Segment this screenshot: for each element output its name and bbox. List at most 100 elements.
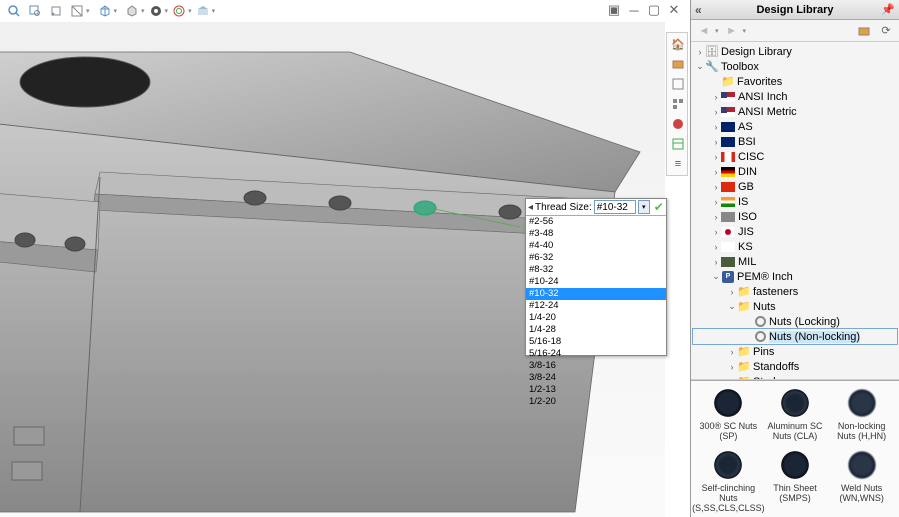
display-style-icon[interactable] xyxy=(122,2,142,20)
thumbnail-grid: 300® SC Nuts (SP) Aluminum SC Nuts (CLA) N… xyxy=(691,380,899,517)
forum-tab-icon[interactable]: ≡ xyxy=(669,155,687,173)
tree-is[interactable]: ›IS xyxy=(693,194,897,209)
thread-size-popup: ◂ Thread Size: ▾ ✔ #2-56#3-48#4-40#6-32#… xyxy=(525,198,667,356)
nut-thumbnail-icon xyxy=(779,387,811,419)
tree-ks[interactable]: ›KS xyxy=(693,239,897,254)
tree-mil[interactable]: ›MIL xyxy=(693,254,897,269)
dropdown-icon[interactable]: ▾ xyxy=(141,7,145,15)
library-tab-icon[interactable] xyxy=(669,55,687,73)
tree-ansi-metric[interactable]: ›ANSI Metric xyxy=(693,104,897,119)
view-orientation-icon[interactable] xyxy=(95,2,115,20)
thread-option[interactable]: 3/8-24 xyxy=(526,372,666,384)
previous-view-icon[interactable] xyxy=(46,2,66,20)
dropdown-icon[interactable]: ▾ xyxy=(212,7,216,15)
tree-bsi[interactable]: ›BSI xyxy=(693,134,897,149)
dropdown-icon[interactable]: ▾ xyxy=(86,7,90,15)
thread-option[interactable]: #12-24 xyxy=(526,300,666,312)
thread-option[interactable]: #3-48 xyxy=(526,228,666,240)
tree-cisc[interactable]: ›CISC xyxy=(693,149,897,164)
thread-option[interactable]: #10-32 xyxy=(526,288,666,300)
thumbnail-label: Weld Nuts (WN,WNS) xyxy=(833,483,891,503)
thumbnail-item[interactable]: 300® SC Nuts (SP) xyxy=(697,385,759,443)
tree-ansi-inch[interactable]: ›ANSI Inch xyxy=(693,89,897,104)
file-explorer-tab-icon[interactable] xyxy=(669,75,687,93)
thread-option[interactable]: #4-40 xyxy=(526,240,666,252)
nut-thumbnail-icon xyxy=(712,449,744,481)
thumbnail-label: Non-locking Nuts (H,HN) xyxy=(833,421,891,441)
thread-option[interactable]: 3/8-16 xyxy=(526,360,666,372)
thread-dropdown-icon[interactable]: ▾ xyxy=(638,200,650,214)
thread-popup-header: ◂ Thread Size: ▾ ✔ xyxy=(526,199,666,215)
thread-option[interactable]: 1/4-20 xyxy=(526,312,666,324)
thread-option[interactable]: #6-32 xyxy=(526,252,666,264)
tree-pins[interactable]: ›📁Pins xyxy=(693,344,897,359)
thread-option[interactable]: #10-24 xyxy=(526,276,666,288)
thumbnail-item[interactable]: Aluminum SC Nuts (CLA) xyxy=(764,385,826,443)
view-palette-tab-icon[interactable] xyxy=(669,95,687,113)
nut-thumbnail-icon xyxy=(846,449,878,481)
thread-option[interactable]: 1/2-20 xyxy=(526,396,666,408)
nut-thumbnail-icon xyxy=(846,387,878,419)
hide-show-icon[interactable] xyxy=(146,2,166,20)
edit-appearance-icon[interactable] xyxy=(169,2,189,20)
thread-option[interactable]: 5/16-18 xyxy=(526,336,666,348)
thread-option[interactable]: #2-56 xyxy=(526,216,666,228)
thumbnail-item[interactable]: Non-locking Nuts (H,HN) xyxy=(831,385,893,443)
thumbnail-item[interactable]: Weld Nuts (WN,WNS) xyxy=(831,447,893,515)
section-view-icon[interactable] xyxy=(67,2,87,20)
panel-title-bar: « Design Library 📌 xyxy=(691,0,899,20)
thread-options-list[interactable]: #2-56#3-48#4-40#6-32#8-32#10-24#10-32#12… xyxy=(526,215,666,355)
tree-as[interactable]: ›AS xyxy=(693,119,897,134)
tree-nuts-nonlocking[interactable]: Nuts (Non-locking) xyxy=(693,329,897,344)
tree-nuts[interactable]: ⌄📁Nuts xyxy=(693,299,897,314)
nav-back-icon[interactable]: ◄ xyxy=(695,22,713,40)
pin-panel-icon[interactable]: 📌 xyxy=(881,3,895,16)
tree-pem-inch[interactable]: ⌄PPEM® Inch xyxy=(693,269,897,284)
thread-option[interactable]: 1/4-28 xyxy=(526,324,666,336)
library-tree[interactable]: ›🗄Design Library ⌄🔧Toolbox 📁Favorites ›A… xyxy=(691,42,899,380)
custom-props-tab-icon[interactable] xyxy=(669,135,687,153)
dropdown-icon[interactable]: ▾ xyxy=(743,27,747,35)
design-library-panel: « Design Library 📌 ◄ ▾ ► ▾ ⟳ ›🗄Design Li… xyxy=(690,0,899,517)
dropdown-icon[interactable]: ▾ xyxy=(715,27,719,35)
window-controls: ▣ ─ ▢ ✕ xyxy=(606,2,682,18)
thumbnail-label: Aluminum SC Nuts (CLA) xyxy=(766,421,824,441)
tree-gb[interactable]: ›GB xyxy=(693,179,897,194)
snapshot-icon[interactable]: ▣ xyxy=(606,2,622,18)
dropdown-icon[interactable]: ▾ xyxy=(165,7,169,15)
nut-thumbnail-icon xyxy=(779,449,811,481)
thumbnail-item[interactable]: Self-clinching Nuts (S,SS,CLS,CLSS) xyxy=(697,447,759,515)
tree-jis[interactable]: ›JIS xyxy=(693,224,897,239)
tree-iso[interactable]: ›ISO xyxy=(693,209,897,224)
tree-favorites[interactable]: 📁Favorites xyxy=(693,74,897,89)
tree-fasteners[interactable]: ›📁fasteners xyxy=(693,284,897,299)
task-pane-tabs: 🏠 ≡ xyxy=(666,32,688,176)
thumbnail-item[interactable]: Thin Sheet (SMPS) xyxy=(764,447,826,515)
maximize-icon[interactable]: ▢ xyxy=(646,2,662,18)
refresh-icon[interactable]: ⟳ xyxy=(877,22,895,40)
dropdown-icon[interactable]: ▾ xyxy=(114,7,118,15)
popup-prev-icon[interactable]: ◂ xyxy=(528,202,533,213)
main-viewport-area: ▾ ▾ ▾ ▾ ▾ ▾ ▣ ─ ▢ ✕ ✔ ✖ 🏠 ≡ xyxy=(0,0,690,517)
collapse-panel-icon[interactable]: « xyxy=(695,3,702,17)
tree-standoffs[interactable]: ›📁Standoffs xyxy=(693,359,897,374)
nav-forward-icon[interactable]: ► xyxy=(723,22,741,40)
thread-option[interactable]: #8-32 xyxy=(526,264,666,276)
tree-design-library[interactable]: ›🗄Design Library xyxy=(693,44,897,59)
tree-nuts-locking[interactable]: Nuts (Locking) xyxy=(693,314,897,329)
tree-din[interactable]: ›DIN xyxy=(693,164,897,179)
appearances-tab-icon[interactable] xyxy=(669,115,687,133)
thread-size-input[interactable] xyxy=(594,200,636,214)
home-tab-icon[interactable]: 🏠 xyxy=(669,35,687,53)
minimize-icon[interactable]: ─ xyxy=(626,2,642,18)
thread-option[interactable]: 1/2-13 xyxy=(526,384,666,396)
close-icon[interactable]: ✕ xyxy=(666,2,682,18)
tree-toolbox[interactable]: ⌄🔧Toolbox xyxy=(693,59,897,74)
thread-option[interactable]: 5/16-24 xyxy=(526,348,666,360)
thread-accept-icon[interactable]: ✔ xyxy=(654,200,664,214)
zoom-area-icon[interactable] xyxy=(25,2,45,20)
apply-scene-icon[interactable] xyxy=(193,2,213,20)
library-home-icon[interactable] xyxy=(855,22,873,40)
dropdown-icon[interactable]: ▾ xyxy=(188,7,192,15)
zoom-fit-icon[interactable] xyxy=(4,2,24,20)
